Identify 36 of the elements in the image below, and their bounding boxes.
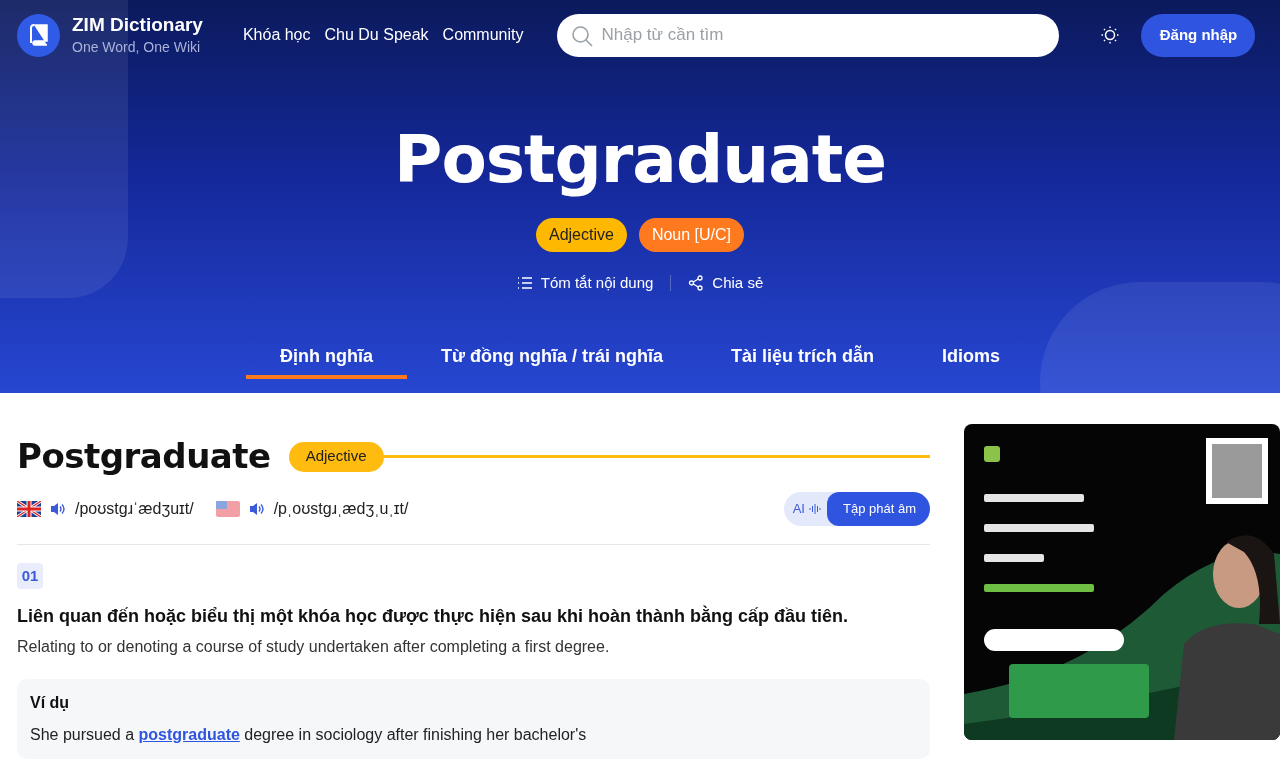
pronunciation-text: /pˌoʊstgɹˌædʒˌuˌɪt/ [273, 499, 409, 519]
share-icon [688, 275, 705, 292]
entry-word: Postgraduate [17, 435, 271, 478]
pronunciation-text: /poʊstgɹˈædʒuɪt/ [75, 499, 194, 519]
us-flag-icon [215, 501, 240, 517]
tab[interactable]: Từ đồng nghĩa / trái nghĩa [406, 337, 697, 379]
definition-english: Relating to or denoting a course of study undertaken after completing a first degree. [17, 637, 611, 657]
brand-tagline: One Word, One Wiki [72, 38, 202, 57]
tab[interactable]: Định nghĩa [245, 337, 407, 379]
tab[interactable]: Idioms [908, 337, 1035, 379]
brand-name[interactable]: ZIM Dictionary [72, 13, 203, 37]
share-button[interactable]: Chia sẻ [688, 272, 764, 295]
logo-icon[interactable] [17, 13, 60, 57]
summary-button[interactable]: Tóm tắt nội dung [516, 272, 654, 295]
example-title: Ví dụ [30, 693, 71, 713]
part-of-speech-tag[interactable]: Adjective [535, 218, 627, 252]
sense-number: 01 [17, 563, 43, 589]
search-icon [571, 24, 594, 47]
word-title: Postgraduate [394, 120, 886, 200]
pronunciation-practice-button[interactable]: AI Tập phát âm [783, 492, 930, 526]
uk-flag-icon [17, 501, 41, 517]
word-link[interactable]: postgraduate [138, 726, 240, 743]
nav-link[interactable]: Community [442, 23, 524, 47]
speaker-icon[interactable] [248, 502, 265, 516]
list-icon [516, 276, 533, 291]
sound-wave-icon [809, 503, 821, 515]
speaker-icon[interactable] [50, 502, 66, 516]
nav-link[interactable]: Khóa học [242, 23, 311, 47]
nav-link[interactable]: Chu Du Speak [324, 23, 429, 47]
login-button[interactable]: Đăng nhập [1141, 13, 1256, 57]
example-sentence: She pursued a postgraduate degree in sociology after finishing her bachelor's [30, 725, 588, 745]
part-of-speech-tag: Adjective [288, 441, 384, 472]
tab[interactable]: Tài liệu trích dẫn [697, 337, 908, 379]
definition-vietnamese: Liên quan đến hoặc biểu thị một khóa học được thực hiện sau khi hoàn thành bằng cấp đầu tiên. [17, 604, 849, 628]
theme-toggle-icon[interactable] [1101, 26, 1120, 44]
search-field[interactable]: Nhập từ cần tìm [557, 13, 1060, 57]
